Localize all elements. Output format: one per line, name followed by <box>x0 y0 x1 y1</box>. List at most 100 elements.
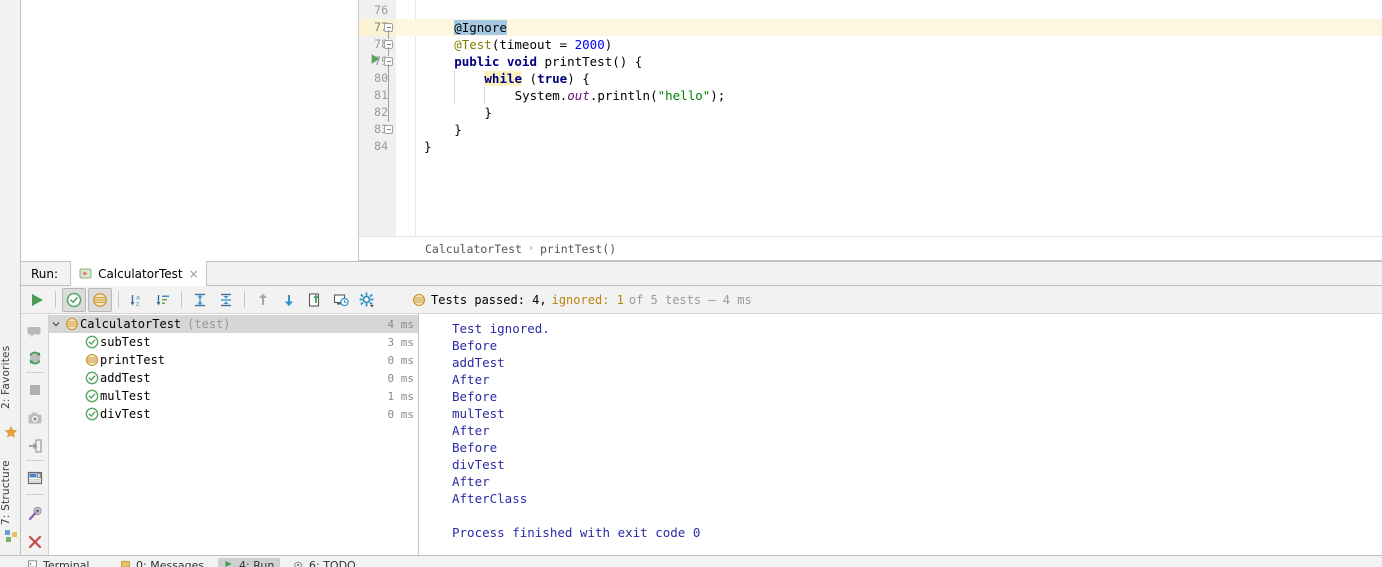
project-tool-window[interactable] <box>21 0 359 261</box>
test-status-bar: Tests passed: 4, ignored: 1 of 5 tests – 4… <box>412 293 752 307</box>
next-failed-test-button[interactable] <box>277 288 301 312</box>
code-line[interactable]: } <box>454 121 462 138</box>
console-line: After <box>452 372 490 387</box>
close-icon[interactable]: × <box>189 268 199 280</box>
console-line: After <box>452 474 490 489</box>
expand-all-button[interactable] <box>188 288 212 312</box>
code-lines[interactable]: @Ignore @Test(timeout = 2000) public void … <box>416 0 1382 236</box>
status-bar-label: 6: TODO <box>309 558 356 567</box>
console-line: AfterClass <box>452 491 528 506</box>
indent-guide <box>484 87 486 104</box>
test-passed-icon <box>83 389 100 403</box>
sort-by-duration-button[interactable] <box>151 288 175 312</box>
code-line[interactable]: } <box>484 104 492 121</box>
dump-threads-icon[interactable] <box>25 408 45 428</box>
ide-window: 2: Favorites 7: Structure 76 77 78 79 80 81 82… <box>0 0 1382 567</box>
console-line: divTest <box>452 457 505 472</box>
tree-console-gap <box>419 314 439 555</box>
show-ignored-toggle[interactable] <box>88 287 112 312</box>
breadcrumb[interactable]: CalculatorTest › printTest() <box>359 236 1382 261</box>
console-line: mulTest <box>452 406 505 421</box>
console-output[interactable]: Test ignored. Before addTest After Before mul… <box>439 314 1382 555</box>
sort-alphabetically-button[interactable]: a z <box>125 288 149 312</box>
status-bar-item[interactable]: 6: TODO <box>288 558 362 567</box>
code-line[interactable]: @Test(timeout = 2000) <box>454 36 612 53</box>
test-results-tree[interactable]: CalculatorTest (test) 4 ms subTest 3 ms pri… <box>49 314 418 555</box>
console-line: Before <box>452 338 498 353</box>
test-settings-button[interactable] <box>355 288 379 312</box>
test-name-label: subTest <box>100 335 151 349</box>
close-panel-icon[interactable] <box>25 532 45 552</box>
prev-failed-test-button[interactable] <box>251 288 275 312</box>
status-ignored-sphere-icon <box>412 293 426 307</box>
test-module-label: (test) <box>187 317 231 331</box>
favorites-star-icon <box>3 424 18 439</box>
toolbar-divider <box>244 291 245 308</box>
code-token: ) <box>604 37 613 52</box>
status-bar-item[interactable]: 4: Run <box>218 558 281 567</box>
run-tab-calculatortest[interactable]: CalculatorTest × <box>70 261 207 286</box>
rerun-failed-tests-icon[interactable] <box>25 348 45 368</box>
tree-console-splitter[interactable] <box>418 314 419 555</box>
status-bar-item[interactable]: 0: Messages <box>115 558 210 567</box>
show-passed-toggle[interactable] <box>62 287 86 312</box>
status-total-text: of 5 tests – 4 ms <box>628 292 752 307</box>
console-line: Test ignored. <box>452 321 550 336</box>
test-tree-row[interactable]: subTest 3 ms <box>49 333 418 351</box>
comment-icon[interactable] <box>25 322 45 342</box>
code-token: public void <box>454 54 545 69</box>
code-text-layer[interactable]: @Ignore @Test(timeout = 2000) public void … <box>359 0 1382 236</box>
restore-layout-icon[interactable] <box>25 436 45 456</box>
console-line: Before <box>452 389 498 404</box>
structure-label: 7: Structure <box>0 460 12 526</box>
run-toolbar[interactable]: a z Tests passed: 4, ignored: 1 of 5 tes… <box>21 286 1382 314</box>
messages-icon <box>121 560 132 567</box>
test-tree-row[interactable]: mulTest 1 ms <box>49 387 418 405</box>
status-bar-item[interactable]: Terminal <box>22 558 96 567</box>
breadcrumb-class[interactable]: CalculatorTest <box>425 242 522 256</box>
status-bar-label: Terminal <box>43 558 90 567</box>
code-token: ); <box>710 88 726 103</box>
tool-window-button-structure[interactable]: 7: Structure <box>0 452 21 534</box>
test-name-label: addTest <box>100 371 151 385</box>
code-line[interactable]: System.out.println("hello"); <box>515 87 726 104</box>
run-tool-window: Run: CalculatorTest × a z Tests passed: … <box>21 261 1382 555</box>
code-token: while <box>484 71 523 86</box>
test-duration-label: 4 ms <box>387 317 415 331</box>
attach-profiler-icon[interactable] <box>25 504 45 524</box>
code-line[interactable]: public void printTest() { <box>454 53 642 70</box>
run-tab-label: CalculatorTest <box>98 266 183 281</box>
layout-settings-icon[interactable] <box>25 468 45 488</box>
side-toolbar-divider <box>26 494 44 495</box>
stop-process-icon[interactable] <box>25 380 45 400</box>
code-line[interactable]: } <box>424 138 432 155</box>
test-history-button[interactable] <box>329 288 353 312</box>
code-line[interactable]: @Ignore <box>454 19 507 36</box>
test-tree-row[interactable]: addTest 0 ms <box>49 369 418 387</box>
code-token: out <box>567 88 590 103</box>
code-line[interactable]: while (true) { <box>484 70 590 87</box>
code-token: "hello" <box>657 88 711 103</box>
export-test-results-button[interactable] <box>303 288 327 312</box>
code-token: ( <box>522 71 538 86</box>
test-tree-row[interactable]: CalculatorTest (test) 4 ms <box>49 315 418 333</box>
test-tree-row[interactable]: printTest 0 ms <box>49 351 418 369</box>
code-token: ) { <box>567 71 590 86</box>
code-token: System. <box>514 88 568 103</box>
breadcrumb-method[interactable]: printTest() <box>540 242 616 256</box>
code-token: @Ignore <box>454 20 507 35</box>
test-name-label: printTest <box>100 353 166 367</box>
run-icon <box>224 560 235 567</box>
status-passed-text: Tests passed: 4, <box>431 292 547 307</box>
test-tree-row[interactable]: divTest 0 ms <box>49 405 418 423</box>
code-token: } <box>454 122 462 137</box>
left-tool-strip: 2: Favorites 7: Structure <box>0 0 21 555</box>
tool-window-button-favorites[interactable]: 2: Favorites <box>0 336 21 418</box>
run-side-toolbar[interactable] <box>21 314 49 555</box>
console-line: addTest <box>452 355 505 370</box>
collapse-all-button[interactable] <box>214 288 238 312</box>
rerun-button[interactable] <box>25 288 49 312</box>
tree-expand-chevron-icon[interactable] <box>49 319 63 329</box>
status-bar-label: 4: Run <box>239 558 275 567</box>
